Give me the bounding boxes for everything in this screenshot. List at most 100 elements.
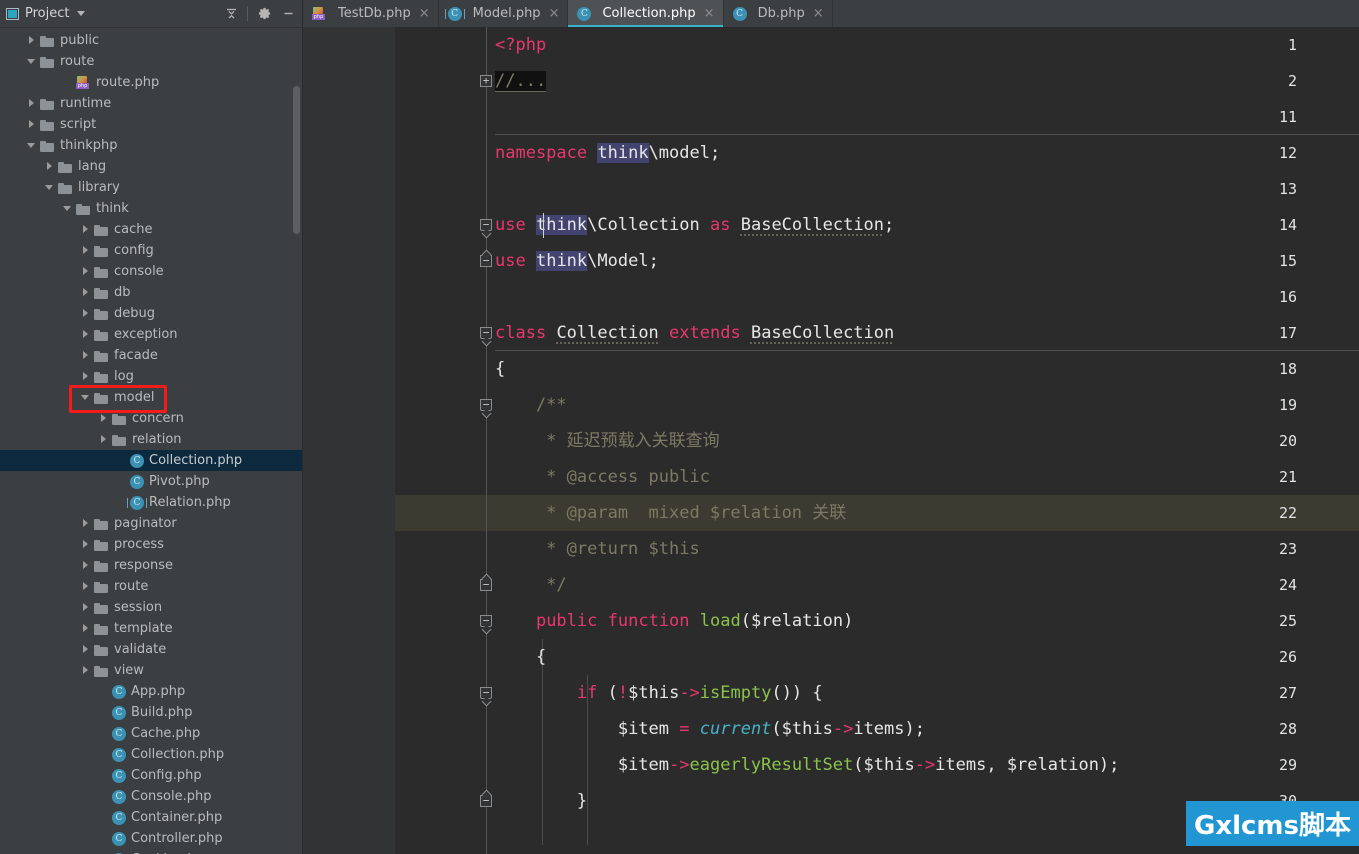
chevron-right-icon[interactable] — [80, 539, 91, 550]
tree-item-template[interactable]: template — [0, 618, 303, 639]
chevron-down-icon[interactable] — [80, 392, 91, 403]
chevron-down-icon[interactable] — [62, 203, 73, 214]
tree-item-view[interactable]: view — [0, 660, 303, 681]
fold-collapse-marker[interactable]: − — [480, 219, 492, 231]
tree-item-library[interactable]: library — [0, 177, 303, 198]
tree-item-route[interactable]: route — [0, 51, 303, 72]
chevron-down-icon[interactable] — [77, 11, 86, 16]
tree-item-cache[interactable]: cache — [0, 219, 303, 240]
code-line[interactable] — [395, 171, 1359, 207]
code-line[interactable]: <?php — [395, 27, 1359, 63]
code-line[interactable]: { — [395, 351, 1359, 387]
chevron-right-icon[interactable] — [26, 35, 37, 46]
code-surface[interactable]: 1 <?php 2//... 11 12 namespace think\model; 13… — [395, 27, 1359, 854]
editor-tab-collection-php[interactable]: C Collection.php × — [568, 0, 724, 27]
editor-tab-db-php[interactable]: C Db.php × — [724, 0, 833, 27]
chevron-right-icon[interactable] — [80, 623, 91, 634]
chevron-right-icon[interactable] — [26, 119, 37, 130]
fold-collapse-marker[interactable]: − — [480, 399, 492, 411]
tree-item-session[interactable]: session — [0, 597, 303, 618]
fold-collapse-marker[interactable]: − — [480, 255, 492, 267]
chevron-down-icon[interactable] — [26, 140, 37, 151]
code-line[interactable]: * @return $this — [395, 531, 1359, 567]
tree-item-think[interactable]: think — [0, 198, 303, 219]
chevron-down-icon[interactable] — [44, 182, 55, 193]
chevron-right-icon[interactable] — [44, 161, 55, 172]
close-icon[interactable]: × — [813, 7, 824, 20]
tree-item-cookie-php[interactable]: CCookie.php — [0, 849, 303, 854]
tree-item-container-php[interactable]: C Container.php — [0, 807, 303, 828]
tree-item-facade[interactable]: facade — [0, 345, 303, 366]
tree-item-config[interactable]: config — [0, 240, 303, 261]
tree-item-concern[interactable]: concern — [0, 408, 303, 429]
chevron-right-icon[interactable] — [80, 581, 91, 592]
tree-item-model[interactable]: model — [0, 387, 303, 408]
chevron-right-icon[interactable] — [80, 560, 91, 571]
tree-item-route-php[interactable]: php route.php — [0, 72, 303, 93]
code-line[interactable]: $item = current($this->items); — [395, 711, 1359, 747]
code-editor[interactable]: 1 <?php 2//... 11 12 namespace think\model; 13… — [303, 27, 1359, 854]
editor-gutter[interactable] — [303, 27, 395, 854]
tree-item-paginator[interactable]: paginator — [0, 513, 303, 534]
chevron-right-icon[interactable] — [80, 287, 91, 298]
code-line[interactable]: public function load($relation) — [395, 603, 1359, 639]
tree-item-debug[interactable]: debug — [0, 303, 303, 324]
fold-collapse-marker[interactable]: − — [480, 327, 492, 339]
fold-collapse-marker[interactable]: − — [480, 795, 492, 807]
tree-item-db[interactable]: db — [0, 282, 303, 303]
code-line[interactable]: class Collection extends BaseCollection — [395, 315, 1359, 351]
tree-item-cache-php[interactable]: C Cache.php — [0, 723, 303, 744]
tree-item-collection-php[interactable]: C Collection.php — [0, 450, 303, 471]
collapse-all-icon[interactable] — [220, 3, 242, 25]
code-line[interactable] — [395, 279, 1359, 315]
tree-item-relation[interactable]: relation — [0, 429, 303, 450]
sidebar-scrollbar-thumb[interactable] — [293, 86, 300, 234]
folded-code-region[interactable]: //... — [495, 71, 547, 92]
close-icon[interactable]: × — [419, 7, 430, 20]
chevron-down-icon[interactable] — [26, 56, 37, 67]
tree-item-response[interactable]: response — [0, 555, 303, 576]
editor-tab-testdb-php[interactable]: php TestDb.php × — [303, 0, 439, 27]
minimize-icon[interactable] — [277, 3, 299, 25]
code-line[interactable]: */ — [395, 567, 1359, 603]
chevron-right-icon[interactable] — [98, 413, 109, 424]
tree-item-relation-php[interactable]: C Relation.php — [0, 492, 303, 513]
tree-item-public[interactable]: public — [0, 30, 303, 51]
tree-item-controller-php[interactable]: C Controller.php — [0, 828, 303, 849]
chevron-right-icon[interactable] — [80, 518, 91, 529]
code-line[interactable]: * @access public — [395, 459, 1359, 495]
code-line[interactable]: namespace think\model; — [395, 135, 1359, 171]
code-line[interactable]: $item->eagerlyResultSet($this->items, $r… — [395, 747, 1359, 783]
chevron-right-icon[interactable] — [80, 266, 91, 277]
code-line[interactable]: /** — [395, 387, 1359, 423]
code-line[interactable] — [395, 99, 1359, 135]
code-line[interactable]: //... — [395, 63, 1359, 99]
chevron-right-icon[interactable] — [98, 434, 109, 445]
tree-item-app-php[interactable]: C App.php — [0, 681, 303, 702]
tree-item-console-php[interactable]: C Console.php — [0, 786, 303, 807]
close-icon[interactable]: × — [704, 7, 715, 20]
tree-item-script[interactable]: script — [0, 114, 303, 135]
tree-item-console[interactable]: console — [0, 261, 303, 282]
tree-item-build-php[interactable]: C Build.php — [0, 702, 303, 723]
code-line[interactable]: { — [395, 639, 1359, 675]
tree-item-runtime[interactable]: runtime — [0, 93, 303, 114]
chevron-right-icon[interactable] — [26, 98, 37, 109]
chevron-right-icon[interactable] — [80, 602, 91, 613]
gear-icon[interactable] — [253, 3, 275, 25]
chevron-right-icon[interactable] — [80, 350, 91, 361]
tree-item-config-php[interactable]: C Config.php — [0, 765, 303, 786]
fold-collapse-marker[interactable]: − — [480, 687, 492, 699]
tree-item-exception[interactable]: exception — [0, 324, 303, 345]
tree-item-log[interactable]: log — [0, 366, 303, 387]
fold-collapse-marker[interactable]: − — [480, 579, 492, 591]
project-panel-title[interactable]: Project — [6, 6, 220, 21]
code-line[interactable]: if (!$this->isEmpty()) { — [395, 675, 1359, 711]
tree-item-process[interactable]: process — [0, 534, 303, 555]
tree-item-thinkphp[interactable]: thinkphp — [0, 135, 303, 156]
editor-tab-model-php[interactable]: C Model.php × — [439, 0, 569, 27]
code-line[interactable]: * @param mixed $relation 关联 — [395, 495, 1359, 531]
tree-item-validate[interactable]: validate — [0, 639, 303, 660]
code-line[interactable]: use think\Collection as BaseCollection; — [395, 207, 1359, 243]
chevron-right-icon[interactable] — [80, 371, 91, 382]
